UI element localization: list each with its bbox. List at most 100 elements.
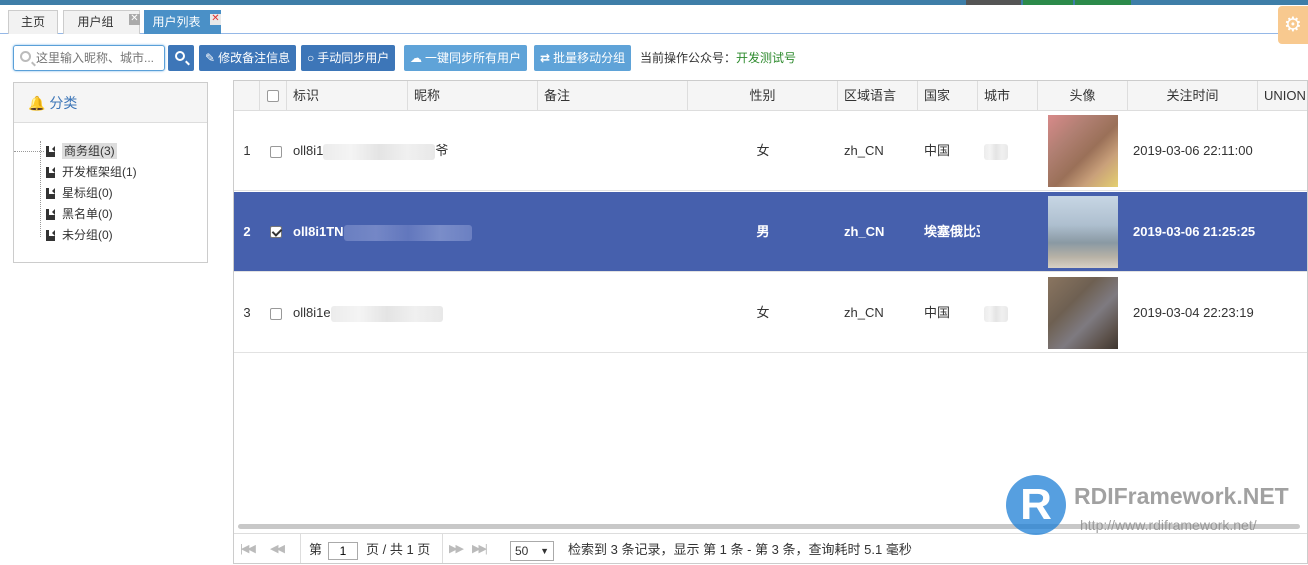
row-number-header bbox=[234, 81, 260, 111]
bell-icon: 🔔 bbox=[28, 95, 46, 111]
file-icon bbox=[46, 188, 55, 199]
openid-value: oll8i1e bbox=[293, 305, 331, 320]
sync-all-button[interactable]: ☁ 一键同步所有用户 bbox=[404, 45, 528, 71]
avatar bbox=[1048, 277, 1118, 349]
country-cell: 中国 bbox=[924, 143, 951, 158]
tree-item-label: 黑名单(0) bbox=[62, 207, 113, 221]
search-icon bbox=[20, 51, 31, 62]
tree-item-label: 星标组(0) bbox=[62, 186, 113, 200]
group-tree: 商务组(3) 开发框架组(1) 星标组(0) 黑名单(0) 未分组(0) bbox=[14, 141, 137, 246]
city-cell bbox=[984, 111, 1038, 191]
current-account-value: 开发测试号 bbox=[736, 51, 797, 65]
col-language[interactable]: 区域语言 bbox=[838, 81, 918, 111]
watermark-url: http://www.rdiframework.net/ bbox=[1080, 517, 1257, 533]
tab-user-group-label: 用户组 bbox=[77, 15, 114, 29]
exchange-icon: ⇄ bbox=[540, 51, 551, 65]
table-row[interactable]: 2 oll8i1TN 男 zh_CN 埃塞俄比亚 2019-03-06 21:2… bbox=[234, 192, 1307, 272]
close-icon[interactable]: ✕ bbox=[129, 14, 140, 25]
select-all-checkbox[interactable] bbox=[267, 90, 279, 102]
manual-sync-button[interactable]: ○ 手动同步用户 bbox=[301, 45, 396, 71]
edit-icon: ✎ bbox=[205, 51, 216, 65]
tree-item-business[interactable]: 商务组(3) bbox=[14, 141, 137, 162]
gear-icon[interactable]: ⚙ bbox=[1278, 6, 1308, 44]
city-cell bbox=[984, 273, 1038, 353]
sync-all-label: 一键同步所有用户 bbox=[425, 51, 522, 65]
tree-item-dev-framework[interactable]: 开发框架组(1) bbox=[40, 162, 137, 183]
openid-value: oll8i1 bbox=[293, 143, 324, 158]
grid-header: 标识 昵称 备注 性别 区域语言 国家 城市 头像 关注时间 UNION bbox=[234, 81, 1307, 111]
row-checkbox[interactable] bbox=[270, 308, 282, 320]
category-title: 分类 bbox=[49, 95, 78, 111]
col-unionid[interactable]: UNION bbox=[1258, 81, 1307, 111]
next-page-icon[interactable]: ▶▶ bbox=[442, 534, 464, 563]
tree-item-label: 未分组(0) bbox=[62, 228, 113, 242]
avatar bbox=[1048, 115, 1118, 187]
page-number-input[interactable] bbox=[328, 541, 358, 560]
tree-item-starred[interactable]: 星标组(0) bbox=[40, 183, 137, 204]
redacted-text bbox=[330, 305, 443, 322]
category-panel: 🔔 分类 商务组(3) 开发框架组(1) 星标组(0) 黑名单(0) 未分组(0… bbox=[13, 82, 208, 263]
close-icon[interactable]: ✕ bbox=[210, 14, 221, 25]
pagination-bar: |◀◀ ◀◀ 第 页 / 共 1 页 ▶▶ ▶▶| 50 ▼ 检索到 3 条记录，… bbox=[234, 533, 1307, 563]
chevron-down-icon: ▼ bbox=[540, 545, 549, 556]
file-icon bbox=[46, 209, 55, 220]
page-size-value: 50 bbox=[515, 543, 529, 558]
table-row[interactable]: 1 oll8i1 爷 女 zh_CN 中国 2019-03-06 22:11:00 bbox=[234, 111, 1307, 191]
tab-home[interactable]: 主页 bbox=[8, 10, 58, 34]
manual-sync-label: 手动同步用户 bbox=[317, 51, 390, 65]
first-page-icon[interactable]: |◀◀ bbox=[240, 534, 256, 563]
openid-cell: oll8i1 爷 bbox=[293, 111, 458, 191]
row-number: 2 bbox=[243, 224, 251, 239]
file-icon bbox=[46, 146, 55, 157]
col-gender[interactable]: 性别 bbox=[688, 81, 838, 111]
tab-user-group[interactable]: 用户组 ✕ bbox=[63, 10, 140, 34]
col-remark[interactable]: 备注 bbox=[538, 81, 688, 111]
batch-move-label: 批量移动分组 bbox=[553, 51, 626, 65]
watermark-name: RDIFramework.NET bbox=[1074, 483, 1289, 509]
redacted-text bbox=[343, 224, 472, 241]
watermark: R RDIFramework.NET http://www.rdiframewo… bbox=[1006, 475, 1306, 537]
col-subscribe-time[interactable]: 关注时间 bbox=[1128, 81, 1258, 111]
col-country[interactable]: 国家 bbox=[918, 81, 978, 111]
col-openid[interactable]: 标识 bbox=[287, 81, 408, 111]
country-cell: 中国 bbox=[924, 305, 951, 320]
tree-item-ungrouped[interactable]: 未分组(0) bbox=[40, 225, 137, 246]
current-account-label: 当前操作公众号： bbox=[640, 51, 737, 65]
last-page-icon[interactable]: ▶▶| bbox=[472, 534, 488, 563]
tree-item-blacklist[interactable]: 黑名单(0) bbox=[40, 204, 137, 225]
batch-move-button[interactable]: ⇄ 批量移动分组 bbox=[534, 45, 632, 71]
row-checkbox[interactable] bbox=[270, 226, 282, 238]
row-checkbox[interactable] bbox=[270, 146, 282, 158]
gender-cell: 女 bbox=[756, 143, 770, 158]
page-input-wrap bbox=[328, 534, 358, 563]
gender-cell: 男 bbox=[756, 224, 770, 239]
rdi-logo: R bbox=[1006, 475, 1066, 535]
tree-item-label: 开发框架组(1) bbox=[62, 165, 137, 179]
select-all-header bbox=[260, 81, 287, 111]
search-button[interactable] bbox=[168, 45, 194, 71]
redacted-text bbox=[323, 143, 436, 160]
col-city[interactable]: 城市 bbox=[978, 81, 1038, 111]
file-icon bbox=[46, 230, 55, 241]
page-suffix: 页 / 共 1 页 bbox=[366, 542, 431, 557]
tree-item-label: 商务组(3) bbox=[62, 143, 117, 159]
file-icon bbox=[46, 167, 55, 178]
col-nickname[interactable]: 昵称 bbox=[408, 81, 538, 111]
table-row[interactable]: 3 oll8i1e 女 zh_CN 中国 2019-03-04 22:23:19 bbox=[234, 273, 1307, 353]
subscribe-time-cell: 2019-03-06 22:11:00 bbox=[1133, 143, 1253, 158]
country-cell: 埃塞俄比亚 bbox=[924, 224, 980, 239]
col-avatar[interactable]: 头像 bbox=[1038, 81, 1128, 111]
page-size-select[interactable]: 50 ▼ bbox=[510, 534, 554, 563]
logo-letter: R bbox=[1020, 480, 1052, 529]
tab-user-list[interactable]: 用户列表 ✕ bbox=[144, 10, 221, 34]
subscribe-time-cell: 2019-03-04 22:23:19 bbox=[1133, 305, 1254, 320]
search-input[interactable] bbox=[36, 49, 162, 67]
search-box[interactable] bbox=[13, 45, 165, 71]
gender-cell: 女 bbox=[756, 305, 770, 320]
category-panel-header: 🔔 分类 bbox=[14, 83, 207, 123]
language-cell: zh_CN bbox=[844, 143, 884, 158]
edit-note-button[interactable]: ✎ 修改备注信息 bbox=[199, 45, 297, 71]
avatar bbox=[1048, 196, 1118, 268]
prev-page-icon[interactable]: ◀◀ bbox=[270, 534, 285, 563]
tab-home-label: 主页 bbox=[20, 15, 45, 29]
